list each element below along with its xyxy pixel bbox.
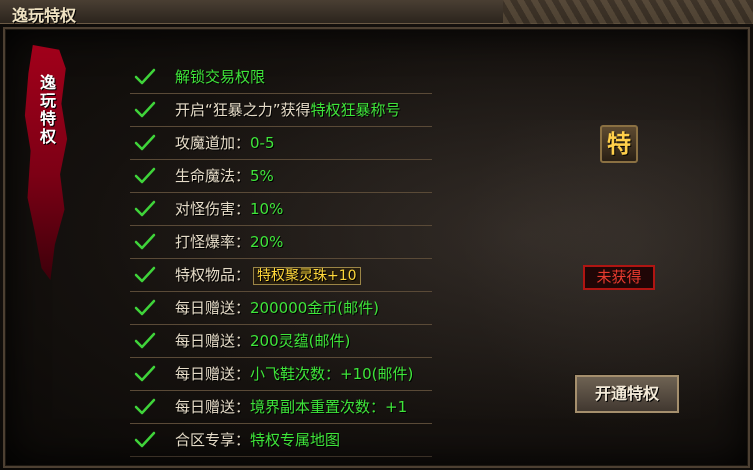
check-icon bbox=[134, 299, 156, 316]
check-icon bbox=[134, 233, 156, 250]
perk-label: 每日赠送： bbox=[175, 299, 251, 317]
perk-label: 开启“狂暴之力”获得 bbox=[175, 101, 311, 119]
perk-label: 对怪伤害： bbox=[175, 200, 251, 218]
perk-value: 200灵蕴(邮件) bbox=[250, 332, 351, 350]
status-badge: 未获得 bbox=[583, 265, 655, 290]
check-icon bbox=[134, 332, 156, 349]
perk-label: 打怪爆率： bbox=[175, 233, 251, 251]
perk-value: 0-5 bbox=[250, 134, 275, 152]
check-icon bbox=[134, 167, 156, 184]
privilege-badge: 特 bbox=[600, 125, 638, 163]
perk-label: 生命魔法： bbox=[175, 167, 251, 185]
title-bar: 逸玩特权 bbox=[0, 0, 753, 25]
privilege-window: 逸玩特权 逸玩特权 解锁交易权限 开启“狂暴之力”获得特权狂暴称号 攻魔道加：0… bbox=[0, 0, 753, 470]
perk-row: 每日赠送：小飞鞋次数：+10(邮件) bbox=[130, 358, 432, 391]
perk-row: 每日赠送：200灵蕴(邮件) bbox=[130, 325, 432, 358]
perk-label: 攻魔道加： bbox=[175, 134, 251, 152]
perk-row: 攻魔道加：0-5 bbox=[130, 127, 432, 160]
check-icon bbox=[134, 134, 156, 151]
perk-value: 小飞鞋次数：+10(邮件) bbox=[250, 365, 414, 383]
check-icon bbox=[134, 200, 156, 217]
perk-value: 境界副本重置次数：+1 bbox=[250, 398, 408, 416]
perk-row: 解锁交易权限 bbox=[130, 61, 432, 94]
perk-list: 解锁交易权限 开启“狂暴之力”获得特权狂暴称号 攻魔道加：0-5 生命魔法：5%… bbox=[130, 61, 432, 457]
check-icon bbox=[134, 365, 156, 382]
perk-label: 合区专享： bbox=[175, 431, 251, 449]
perk-value: 特权专属地图 bbox=[250, 431, 341, 449]
check-icon bbox=[134, 68, 156, 85]
item-link[interactable]: 特权聚灵珠+10 bbox=[253, 267, 361, 285]
perk-row: 特权物品： 特权聚灵珠+10 bbox=[130, 259, 432, 292]
check-icon bbox=[134, 398, 156, 415]
banner-label: 逸玩特权 bbox=[37, 74, 56, 146]
perk-value: 10% bbox=[250, 200, 284, 218]
check-icon bbox=[134, 431, 156, 448]
perk-row: 合区专享：特权专属地图 bbox=[130, 424, 432, 457]
open-privilege-button[interactable]: 开通特权 bbox=[574, 374, 680, 414]
perk-value: 特权狂暴称号 bbox=[310, 101, 401, 119]
perk-label: 每日赠送： bbox=[175, 398, 251, 416]
perk-row: 打怪爆率：20% bbox=[130, 226, 432, 259]
perk-value: 解锁交易权限 bbox=[175, 68, 266, 86]
perk-row: 生命魔法：5% bbox=[130, 160, 432, 193]
window-title: 逸玩特权 bbox=[12, 6, 77, 25]
perk-row: 每日赠送：境界副本重置次数：+1 bbox=[130, 391, 432, 424]
perk-row: 开启“狂暴之力”获得特权狂暴称号 bbox=[130, 94, 432, 127]
perk-row: 每日赠送：200000金币(邮件) bbox=[130, 292, 432, 325]
perk-label: 每日赠送： bbox=[175, 332, 251, 350]
perk-label: 特权物品： bbox=[175, 266, 251, 284]
check-icon bbox=[134, 266, 156, 283]
check-icon bbox=[134, 101, 156, 118]
dragon-ornament bbox=[503, 0, 753, 24]
perk-value: 20% bbox=[250, 233, 284, 251]
perk-row: 对怪伤害：10% bbox=[130, 193, 432, 226]
perk-value: 200000金币(邮件) bbox=[250, 299, 379, 317]
perk-value: 5% bbox=[250, 167, 274, 185]
perk-label: 每日赠送： bbox=[175, 365, 251, 383]
